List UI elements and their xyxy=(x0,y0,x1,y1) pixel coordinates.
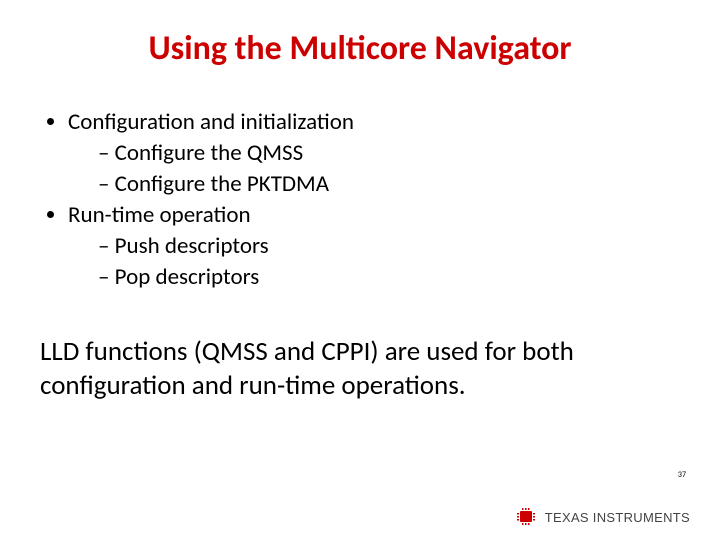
summary-text: LLD functions (QMSS and CPPI) are used f… xyxy=(40,335,680,403)
bullet-text: Run-time operation xyxy=(68,201,251,229)
slide: Using the Multicore Navigator Configurat… xyxy=(0,0,720,540)
logo-text: TEXAS INSTRUMENTS xyxy=(545,510,690,525)
bullet-item: Run-time operation – Push descriptors – … xyxy=(68,200,680,293)
bullet-text: Configuration and initialization xyxy=(68,108,354,136)
slide-body: Configuration and initialization – Confi… xyxy=(40,107,680,403)
sub-list: – Configure the QMSS – Configure the PKT… xyxy=(68,138,680,200)
sub-item: – Pop descriptors xyxy=(98,262,259,293)
sub-item: – Configure the QMSS xyxy=(98,138,303,169)
ti-chip-icon xyxy=(517,508,539,526)
sub-item: – Push descriptors xyxy=(98,231,269,262)
page-number: 37 xyxy=(678,470,686,480)
sub-list: – Push descriptors – Pop descriptors xyxy=(68,231,680,293)
slide-title: Using the Multicore Navigator xyxy=(40,28,680,69)
bullet-item: Configuration and initialization – Confi… xyxy=(68,107,680,200)
sub-item: – Configure the PKTDMA xyxy=(98,169,329,200)
bullet-list: Configuration and initialization – Confi… xyxy=(40,107,680,293)
footer-logo: TEXAS INSTRUMENTS xyxy=(517,508,690,526)
